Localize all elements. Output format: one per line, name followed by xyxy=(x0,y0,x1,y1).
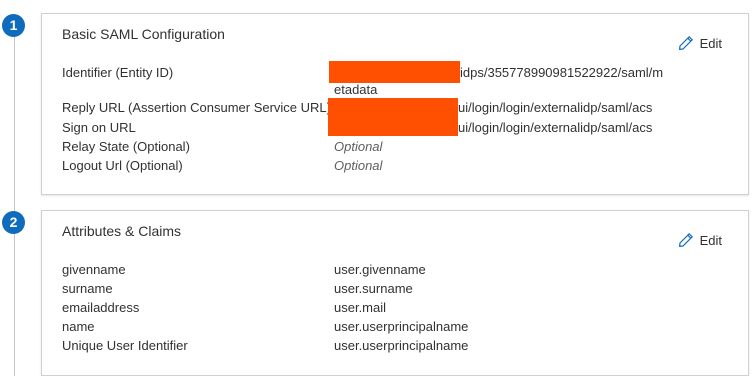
step-badge-2: 2 xyxy=(2,211,25,234)
claim-value: user.givenname xyxy=(334,262,426,277)
identifier-value-line2: etadata xyxy=(334,82,378,97)
claim-value: user.userprincipalname xyxy=(334,338,469,353)
basic-saml-configuration-card: Basic SAML Configuration Edit Identifier… xyxy=(41,13,749,195)
relay-state-label: Relay State (Optional) xyxy=(62,139,190,154)
redacted-block xyxy=(328,98,458,136)
pencil-icon xyxy=(678,36,693,50)
reply-url-value: ui/login/login/externalidp/saml/acs xyxy=(458,100,653,115)
edit-claims-button[interactable]: Edit xyxy=(678,230,722,250)
edit-saml-button[interactable]: Edit xyxy=(678,33,722,53)
sign-on-url-value: ui/login/login/externalidp/saml/acs xyxy=(458,120,653,135)
sign-on-url-label: Sign on URL xyxy=(62,120,136,135)
card-title: Attributes & Claims xyxy=(62,223,182,239)
identifier-label: Identifier (Entity ID) xyxy=(62,65,174,80)
edit-label: Edit xyxy=(699,232,722,248)
step-rail xyxy=(14,30,15,376)
step-badge-1: 1 xyxy=(2,14,25,37)
claim-value: user.mail xyxy=(334,300,387,315)
claim-value: user.userprincipalname xyxy=(334,319,469,334)
claim-label: surname xyxy=(62,281,113,296)
reply-url-label: Reply URL (Assertion Consumer Service UR… xyxy=(62,100,331,115)
claim-label: emailaddress xyxy=(62,300,140,315)
logout-url-value: Optional xyxy=(334,158,383,173)
claim-label: name xyxy=(62,319,95,334)
claim-label: givenname xyxy=(62,262,126,277)
logout-url-label: Logout Url (Optional) xyxy=(62,158,183,173)
redacted-block xyxy=(329,61,460,83)
identifier-value-line1: idps/3557789909815229​22/saml/m xyxy=(460,65,664,80)
claim-label: Unique User Identifier xyxy=(62,338,188,353)
card-title: Basic SAML Configuration xyxy=(62,26,225,42)
attributes-claims-card: Attributes & Claims Edit givenname user.… xyxy=(41,210,749,376)
pencil-icon xyxy=(678,233,693,247)
relay-state-value: Optional xyxy=(334,139,383,154)
edit-label: Edit xyxy=(699,35,722,51)
claim-value: user.surname xyxy=(334,281,413,296)
